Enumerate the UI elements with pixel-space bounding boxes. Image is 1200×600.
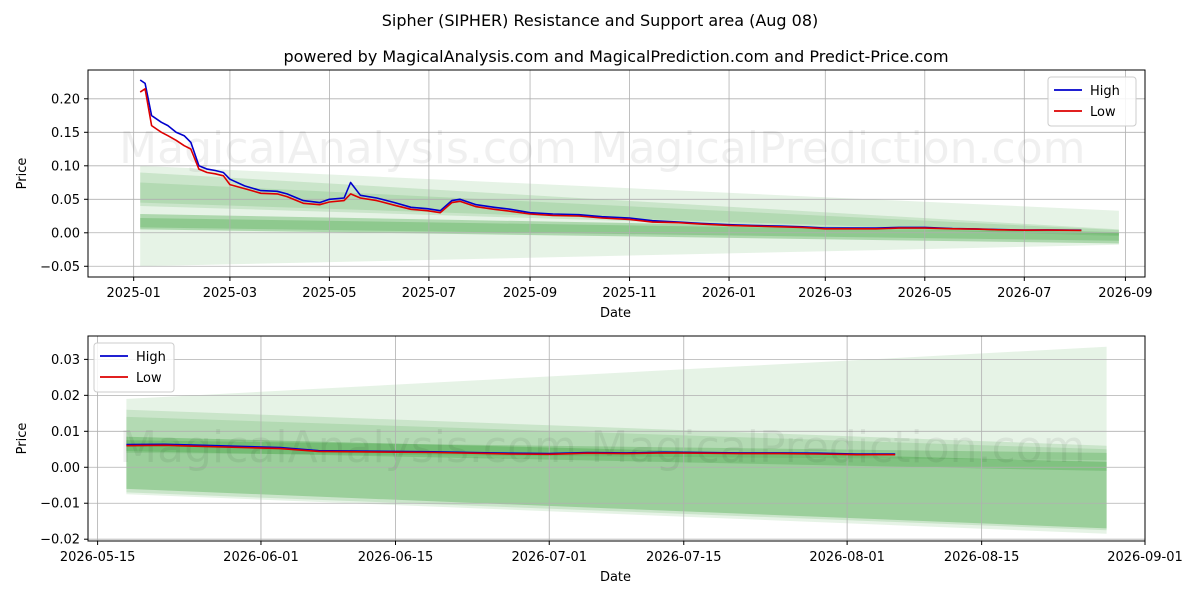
x-tick-label-1: 2026-06-01 — [223, 550, 299, 565]
x-tick-label-7: 2026-03 — [798, 286, 852, 301]
legend-label-high: High — [136, 350, 166, 365]
x-tick-label-5: 2025-11 — [602, 286, 656, 301]
watermark-magicalprediction: MagicalPrediction.com — [591, 123, 1086, 174]
watermark-magicalanalysis: MagicalAnalysis.com — [119, 123, 577, 174]
y-tick-label-3: 0.05 — [51, 193, 80, 208]
panel-top: MagicalAnalysis.com MagicalPrediction.com… — [15, 69, 1153, 321]
legend: High Low — [1047, 76, 1137, 127]
chart-figure: Sipher (SIPHER) Resistance and Support a… — [15, 11, 1183, 585]
x-tick-label-2: 2026-06-15 — [358, 550, 434, 565]
x-tick-label-3: 2026-07-01 — [511, 550, 587, 565]
x-tick-label-6: 2026-01 — [702, 286, 756, 301]
x-tick-label-9: 2026-07 — [997, 286, 1051, 301]
y-axis-label: Price — [15, 423, 30, 455]
y-tick-label-2: 0.01 — [51, 425, 80, 440]
y-axis-label: Price — [15, 158, 30, 190]
legend-label-high: High — [1090, 84, 1120, 99]
chart-subtitle: powered by MagicalAnalysis.com and Magic… — [283, 47, 948, 66]
x-tick-label-3: 2025-07 — [402, 286, 456, 301]
y-tick-label-5: −0.02 — [40, 533, 80, 548]
x-axis-label: Date — [600, 306, 631, 321]
x-tick-label-2: 2025-05 — [302, 286, 356, 301]
y-tick-label-4: 0.00 — [51, 226, 80, 241]
legend: High Low — [93, 342, 175, 393]
legend-label-low: Low — [136, 371, 162, 386]
watermark-magicalanalysis: MagicalAnalysis.com — [119, 422, 577, 473]
legend-label-low: Low — [1090, 105, 1116, 120]
x-tick-label-6: 2026-08-15 — [944, 550, 1020, 565]
chart-title: Sipher (SIPHER) Resistance and Support a… — [382, 11, 819, 30]
watermark-magicalprediction: MagicalPrediction.com — [591, 422, 1086, 473]
y-tick-label-1: 0.02 — [51, 389, 80, 404]
y-tick-label-0: 0.20 — [51, 92, 80, 107]
x-tick-label-8: 2026-05 — [898, 286, 952, 301]
x-tick-label-5: 2026-08-01 — [809, 550, 885, 565]
x-tick-label-10: 2026-09 — [1098, 286, 1152, 301]
y-tick-label-4: −0.01 — [40, 497, 80, 512]
y-tick-label-3: 0.00 — [51, 461, 80, 476]
x-tick-label-1: 2025-03 — [203, 286, 257, 301]
y-tick-label-1: 0.15 — [51, 126, 80, 141]
x-tick-label-0: 2025-01 — [107, 286, 161, 301]
x-tick-label-7: 2026-09-01 — [1107, 550, 1183, 565]
y-tick-label-0: 0.03 — [51, 353, 80, 368]
panel-bottom: MagicalAnalysis.com MagicalPrediction.com… — [15, 335, 1183, 585]
x-axis-label: Date — [600, 570, 631, 585]
x-tick-label-4: 2026-07-15 — [646, 550, 722, 565]
x-tick-label-4: 2025-09 — [503, 286, 557, 301]
x-tick-label-0: 2026-05-15 — [60, 550, 136, 565]
y-tick-label-2: 0.10 — [51, 159, 80, 174]
y-tick-label-5: −0.05 — [40, 260, 80, 275]
